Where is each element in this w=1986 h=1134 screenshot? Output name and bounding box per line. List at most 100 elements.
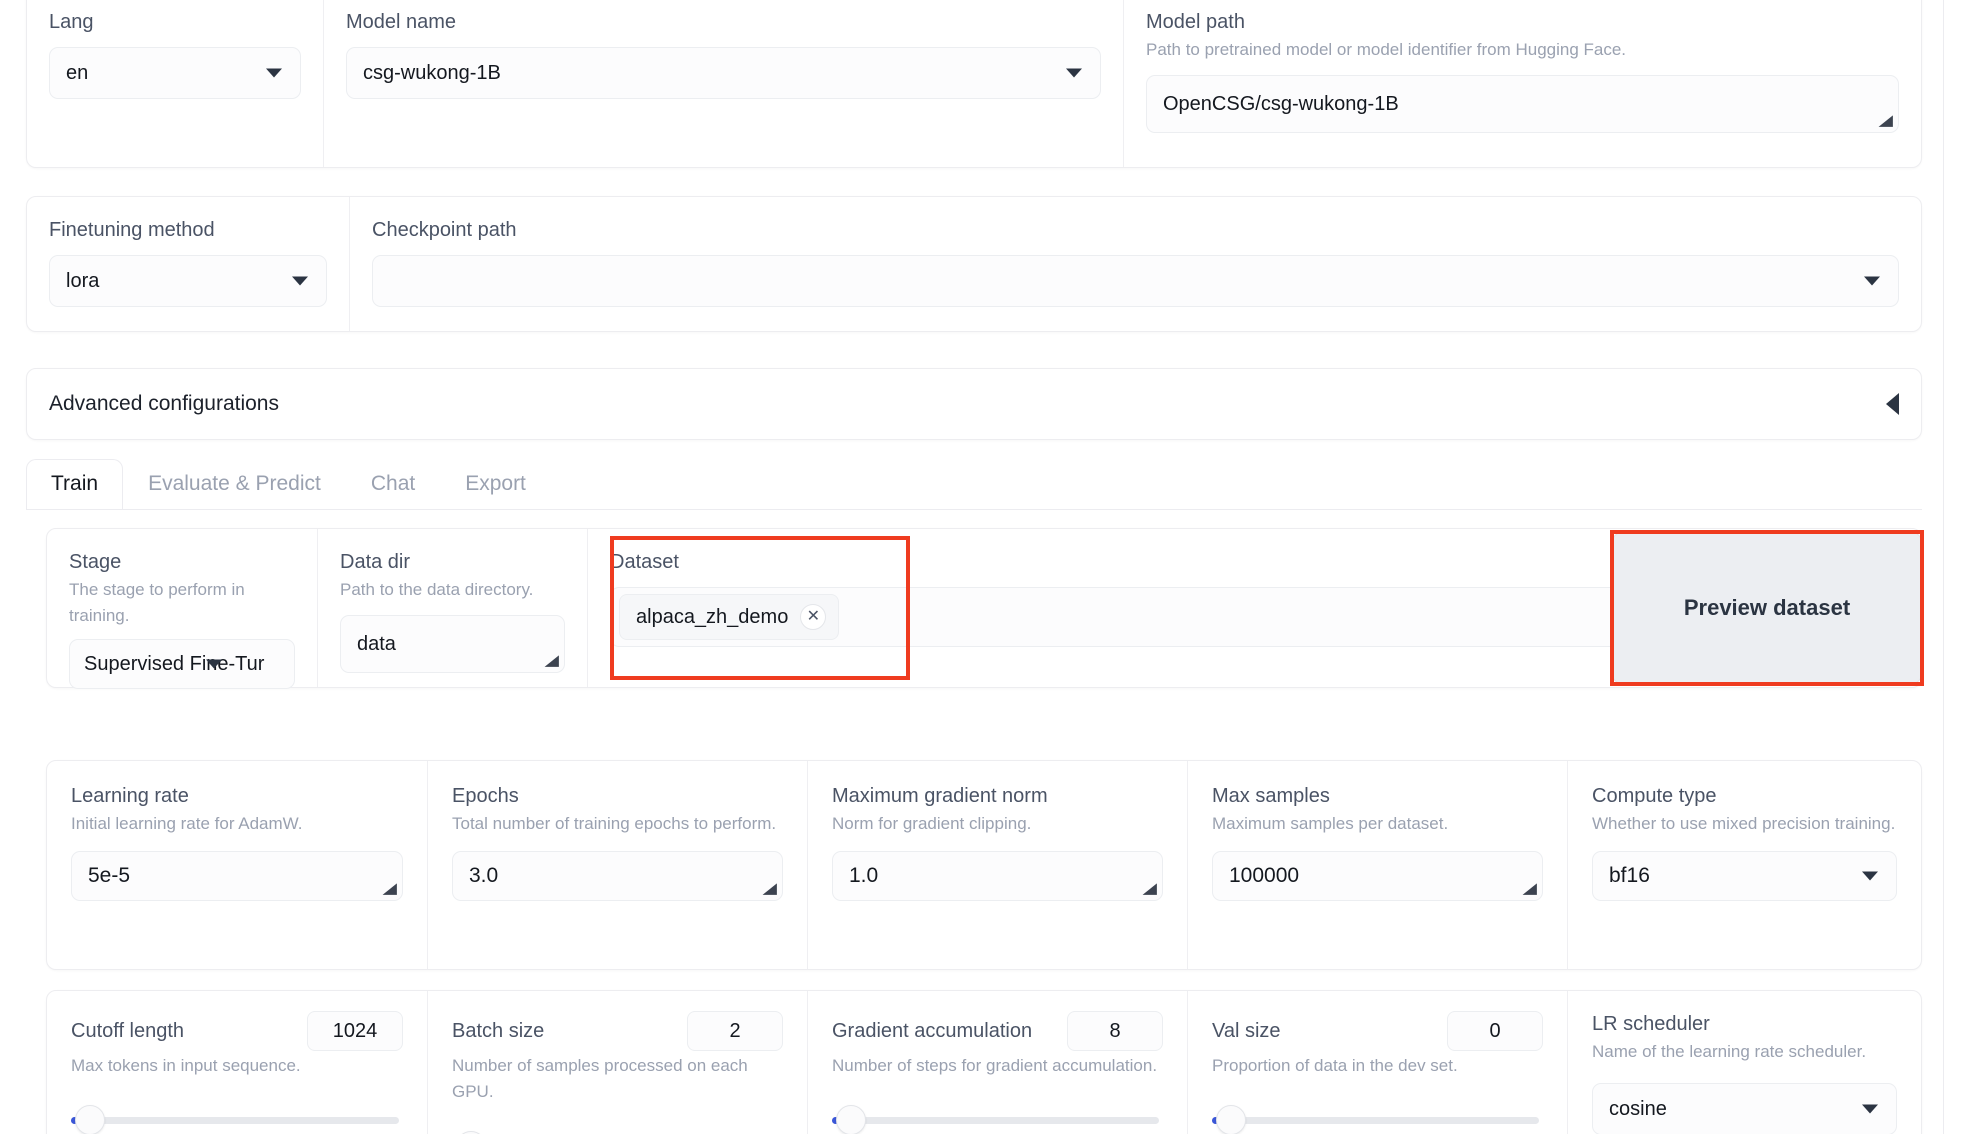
lang-label: Lang — [49, 9, 301, 35]
finetuning-method-field: Finetuning method lora — [27, 197, 349, 331]
cutoff-length-field: Cutoff length 1024 Max tokens in input s… — [47, 991, 427, 1134]
max-gradient-norm-hint: Norm for gradient clipping. — [832, 811, 1163, 837]
tab-export[interactable]: Export — [440, 459, 551, 510]
cutoff-length-number-input[interactable]: 1024 — [307, 1011, 403, 1051]
slider-thumb[interactable] — [836, 1105, 866, 1134]
slider-thumb[interactable] — [1216, 1105, 1246, 1134]
gradient-accumulation-hint: Number of steps for gradient accumulatio… — [832, 1053, 1163, 1079]
page-right-divider — [1943, 0, 1944, 1134]
model-settings-panel: Lang en Model name csg-wukong-1B Model p… — [26, 0, 1922, 168]
resize-handle-icon[interactable]: ◢ — [383, 881, 397, 896]
slider-track[interactable] — [832, 1117, 1159, 1124]
learning-rate-hint: Initial learning rate for AdamW. — [71, 811, 403, 837]
batch-size-label: Batch size — [452, 1018, 544, 1044]
chevron-down-icon[interactable] — [1864, 277, 1880, 286]
stage-value: Supervised Fine-Tur — [84, 653, 264, 676]
data-dir-field: Data dir Path to the data directory. dat… — [317, 529, 587, 687]
stage-label: Stage — [69, 549, 295, 575]
finetuning-panel: Finetuning method lora Checkpoint path — [26, 196, 1922, 332]
max-gradient-norm-field: Maximum gradient norm Norm for gradient … — [807, 761, 1187, 969]
epochs-input[interactable]: 3.0 ◢ — [452, 851, 783, 901]
checkpoint-path-dropdown[interactable] — [372, 255, 1899, 307]
lang-field: Lang en — [27, 0, 323, 167]
chevron-down-icon[interactable] — [266, 69, 282, 78]
resize-handle-icon[interactable]: ◢ — [763, 881, 777, 896]
val-size-slider[interactable] — [1212, 1105, 1543, 1134]
stage-dropdown[interactable]: Supervised Fine-Tur — [69, 639, 295, 689]
gradient-accumulation-slider[interactable] — [832, 1105, 1163, 1134]
chevron-down-icon[interactable] — [1862, 872, 1878, 881]
stage-field: Stage The stage to perform in training. … — [47, 529, 317, 687]
model-path-field: Model path Path to pretrained model or m… — [1123, 0, 1921, 167]
hyperparameters-panel: Learning rate Initial learning rate for … — [46, 760, 1922, 970]
data-dir-label: Data dir — [340, 549, 565, 575]
chevron-down-icon[interactable] — [292, 277, 308, 286]
epochs-hint: Total number of training epochs to perfo… — [452, 811, 783, 837]
dataset-token-label: alpaca_zh_demo — [636, 606, 788, 629]
lr-scheduler-value: cosine — [1609, 1098, 1667, 1121]
slider-track[interactable] — [1212, 1117, 1539, 1124]
lr-scheduler-label: LR scheduler — [1592, 1011, 1897, 1037]
finetuning-method-value: lora — [66, 270, 99, 293]
lang-dropdown[interactable]: en — [49, 47, 301, 99]
model-path-input[interactable]: OpenCSG/csg-wukong-1B ◢ — [1146, 75, 1899, 133]
finetuning-method-label: Finetuning method — [49, 217, 327, 243]
val-size-hint: Proportion of data in the dev set. — [1212, 1053, 1543, 1079]
max-samples-input[interactable]: 100000 ◢ — [1212, 851, 1543, 901]
compute-type-label: Compute type — [1592, 783, 1897, 809]
preview-dataset-button[interactable]: Preview dataset — [1612, 532, 1922, 684]
batch-size-hint: Number of samples processed on each GPU. — [452, 1053, 783, 1105]
val-size-field: Val size 0 Proportion of data in the dev… — [1187, 991, 1567, 1134]
epochs-label: Epochs — [452, 783, 783, 809]
model-name-dropdown[interactable]: csg-wukong-1B — [346, 47, 1101, 99]
resize-handle-icon[interactable]: ◢ — [545, 653, 559, 668]
batch-size-number-input[interactable]: 2 — [687, 1011, 783, 1051]
data-dir-input[interactable]: data ◢ — [340, 615, 565, 673]
max-samples-value: 100000 — [1229, 864, 1299, 888]
model-name-value: csg-wukong-1B — [363, 62, 501, 85]
finetuning-ui-page: Lang en Model name csg-wukong-1B Model p… — [0, 0, 1986, 1134]
advanced-configurations-label: Advanced configurations — [49, 392, 279, 416]
max-gradient-norm-value: 1.0 — [849, 864, 878, 888]
max-samples-field: Max samples Maximum samples per dataset.… — [1187, 761, 1567, 969]
slider-track[interactable] — [71, 1117, 399, 1124]
lr-scheduler-dropdown[interactable]: cosine — [1592, 1083, 1897, 1134]
model-path-value: OpenCSG/csg-wukong-1B — [1163, 93, 1399, 116]
gradient-accumulation-number-input[interactable]: 8 — [1067, 1011, 1163, 1051]
data-dir-hint: Path to the data directory. — [340, 577, 565, 603]
close-icon[interactable]: ✕ — [800, 604, 826, 630]
max-samples-hint: Maximum samples per dataset. — [1212, 811, 1543, 837]
max-gradient-norm-input[interactable]: 1.0 ◢ — [832, 851, 1163, 901]
compute-type-value: bf16 — [1609, 864, 1650, 888]
finetuning-method-dropdown[interactable]: lora — [49, 255, 327, 307]
cutoff-length-label: Cutoff length — [71, 1018, 184, 1044]
lr-scheduler-hint: Name of the learning rate scheduler. — [1592, 1039, 1897, 1065]
model-name-label: Model name — [346, 9, 1101, 35]
tab-chat[interactable]: Chat — [346, 459, 440, 510]
resize-handle-icon[interactable]: ◢ — [1523, 881, 1537, 896]
resize-handle-icon[interactable]: ◢ — [1879, 113, 1893, 128]
chevron-down-icon[interactable] — [206, 660, 222, 669]
advanced-configurations-accordion[interactable]: Advanced configurations — [26, 368, 1922, 440]
learning-rate-input[interactable]: 5e-5 ◢ — [71, 851, 403, 901]
learning-rate-label: Learning rate — [71, 783, 403, 809]
epochs-value: 3.0 — [469, 864, 498, 888]
checkpoint-path-label: Checkpoint path — [372, 217, 1899, 243]
chevron-down-icon[interactable] — [1862, 1105, 1878, 1114]
compute-type-field: Compute type Whether to use mixed precis… — [1567, 761, 1921, 969]
triangle-left-icon[interactable] — [1886, 393, 1899, 415]
compute-type-dropdown[interactable]: bf16 — [1592, 851, 1897, 901]
val-size-number-input[interactable]: 0 — [1447, 1011, 1543, 1051]
cutoff-length-hint: Max tokens in input sequence. — [71, 1053, 403, 1079]
model-path-label: Model path — [1146, 9, 1899, 35]
gradient-accumulation-field: Gradient accumulation 8 Number of steps … — [807, 991, 1187, 1134]
cutoff-length-slider[interactable] — [71, 1105, 403, 1134]
tab-evaluate-predict[interactable]: Evaluate & Predict — [123, 459, 346, 510]
max-gradient-norm-label: Maximum gradient norm — [832, 783, 1163, 809]
training-params-panel: Cutoff length 1024 Max tokens in input s… — [46, 990, 1922, 1134]
slider-thumb[interactable] — [75, 1105, 105, 1134]
tab-train[interactable]: Train — [26, 459, 123, 510]
resize-handle-icon[interactable]: ◢ — [1143, 881, 1157, 896]
dataset-token[interactable]: alpaca_zh_demo ✕ — [619, 594, 839, 640]
chevron-down-icon[interactable] — [1066, 69, 1082, 78]
